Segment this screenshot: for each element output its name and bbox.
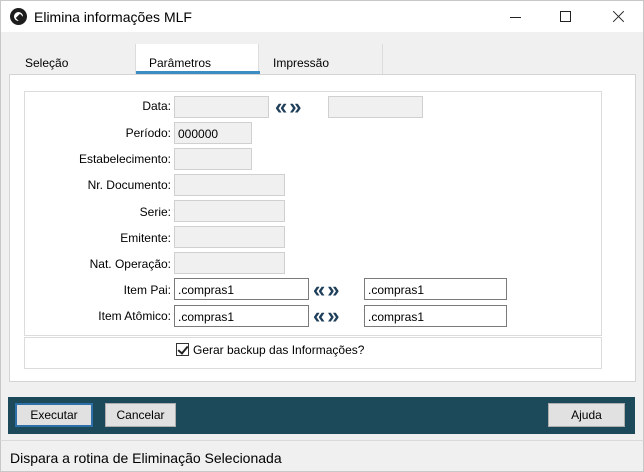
tab-label: Seleção <box>25 56 69 70</box>
tab-label: Parâmetros <box>149 56 212 70</box>
tab-bar: Seleção Parâmetros Impressão <box>9 44 641 74</box>
item-atomico-from-input[interactable]: .compras1 <box>174 305 309 327</box>
nr-documento-label: Nr. Documento: <box>87 178 171 192</box>
range-arrows-icon: «» <box>313 277 342 302</box>
range-arrows-icon: «» <box>275 94 304 119</box>
data-from-input[interactable] <box>174 96 269 118</box>
window-title: Elimina informações MLF <box>34 9 192 25</box>
ajuda-button[interactable]: Ajuda <box>548 403 625 427</box>
minimize-icon <box>510 17 521 18</box>
nat-operacao-input[interactable] <box>174 252 285 274</box>
item-atomico-label: Item Atômico: <box>98 309 171 323</box>
status-bar: Dispara a rotina de Eliminação Seleciona… <box>0 440 644 472</box>
close-button[interactable] <box>595 1 641 33</box>
nat-operacao-label: Nat. Operação: <box>89 257 171 271</box>
parametros-panel <box>9 74 636 382</box>
data-to-input[interactable] <box>328 96 423 118</box>
backup-checkbox-label[interactable]: Gerar backup das Informações? <box>193 343 364 357</box>
item-pai-label: Item Pai: <box>123 283 171 297</box>
emitente-label: Emitente: <box>120 231 171 245</box>
serie-input[interactable] <box>174 200 285 222</box>
emitente-input[interactable] <box>174 226 285 248</box>
title-bar: Elimina informações MLF <box>0 0 644 32</box>
status-text: Dispara a rotina de Eliminação Seleciona… <box>10 450 282 466</box>
cancelar-button[interactable]: Cancelar <box>105 403 176 427</box>
item-atomico-to-input[interactable]: .compras1 <box>364 305 507 327</box>
serie-label: Serie: <box>139 205 171 219</box>
tab-impressao[interactable]: Impressão <box>259 44 383 74</box>
tab-parametros[interactable]: Parâmetros <box>135 44 260 74</box>
app-icon <box>10 8 27 25</box>
estabelecimento-label: Estabelecimento: <box>78 152 171 166</box>
maximize-icon <box>560 11 571 22</box>
item-pai-from-input[interactable]: .compras1 <box>174 278 309 300</box>
minimize-button[interactable] <box>492 1 538 33</box>
maximize-button[interactable] <box>542 1 588 33</box>
periodo-label: Período: <box>125 126 171 140</box>
range-arrows-icon: «» <box>313 303 342 328</box>
data-label: Data: <box>142 99 171 113</box>
tab-selecao[interactable]: Seleção <box>9 44 131 74</box>
estabelecimento-input[interactable] <box>174 148 252 170</box>
nr-documento-input[interactable] <box>174 174 285 196</box>
backup-checkbox[interactable] <box>176 343 189 356</box>
periodo-input[interactable]: 000000 <box>174 122 252 144</box>
item-pai-to-input[interactable]: .compras1 <box>364 278 507 300</box>
tab-label: Impressão <box>273 56 330 70</box>
executar-button[interactable]: Executar <box>15 403 93 427</box>
button-bar: Executar Cancelar Ajuda <box>8 397 635 434</box>
